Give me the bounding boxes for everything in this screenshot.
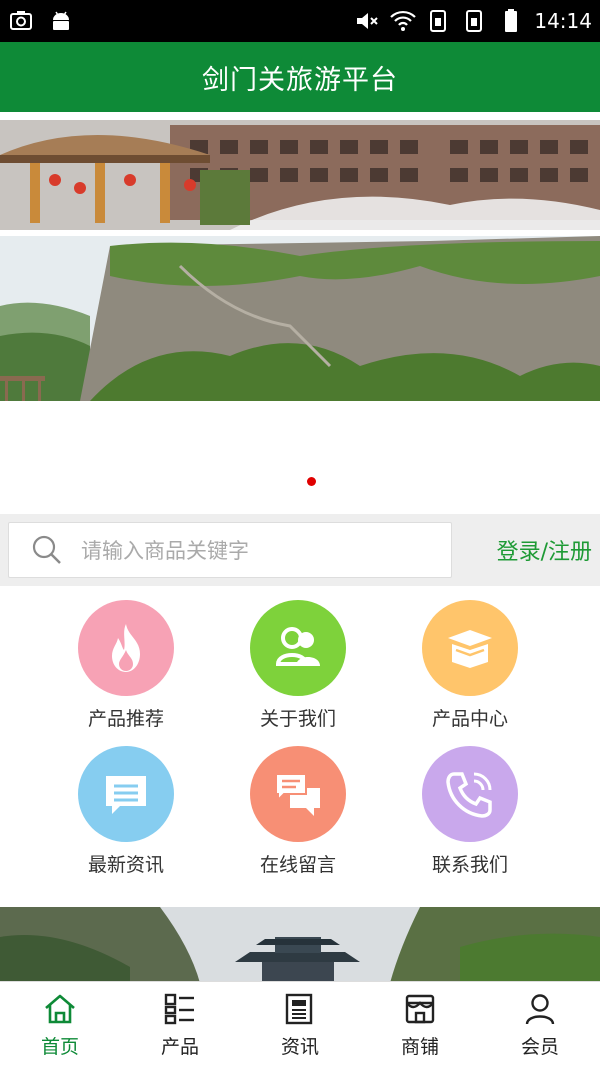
menu-label: 关于我们 — [259, 708, 336, 730]
tab-label: 产品 — [160, 1036, 199, 1058]
menu-label: 最新资讯 — [87, 854, 164, 876]
login-register-link[interactable]: 登录/注册 — [497, 534, 592, 566]
message-icon — [78, 746, 174, 842]
search-input[interactable]: 请输入商品关键字 — [8, 522, 452, 578]
sim-signal-icon — [430, 10, 447, 32]
search-placeholder: 请输入商品关键字 — [81, 539, 249, 563]
status-time: 14:14 — [534, 9, 592, 33]
battery-icon — [505, 9, 518, 32]
tab-label: 资讯 — [280, 1036, 319, 1058]
tab-home[interactable]: 首页 — [0, 982, 120, 1067]
menu-item-product-center[interactable]: 产品中心 — [390, 600, 550, 731]
banner-carousel[interactable] — [0, 112, 600, 514]
menu-grid: 产品推荐 关于我们 产品中心 最新资讯 在线留言 联系我们 — [0, 586, 600, 906]
promo-image-gate[interactable] — [0, 907, 600, 983]
tab-label: 商铺 — [400, 1036, 439, 1058]
banner-image-resort — [0, 120, 600, 230]
tab-label: 首页 — [40, 1036, 79, 1058]
android-icon — [53, 11, 69, 30]
box-icon — [422, 600, 518, 696]
menu-item-contact-us[interactable]: 联系我们 — [390, 746, 550, 877]
users-icon — [250, 600, 346, 696]
banner-image-cliffs — [0, 236, 600, 401]
sim-signal-icon-2 — [466, 10, 483, 32]
bottom-tab-bar: 首页 产品 资讯 商铺 会员 — [0, 981, 600, 1067]
menu-item-product-recommend[interactable]: 产品推荐 — [46, 600, 206, 731]
list-icon — [164, 993, 194, 1025]
menu-item-latest-news[interactable]: 最新资讯 — [46, 746, 206, 877]
phone-icon — [422, 746, 518, 842]
shop-icon — [405, 994, 435, 1024]
tab-products[interactable]: 产品 — [120, 982, 240, 1067]
menu-label: 产品中心 — [431, 708, 508, 730]
mute-icon — [357, 13, 379, 29]
screenshot-icon — [10, 11, 32, 30]
carousel-indicator-dot[interactable] — [307, 477, 316, 486]
menu-label: 联系我们 — [431, 854, 508, 876]
menu-label: 在线留言 — [259, 854, 336, 876]
tab-label: 会员 — [520, 1036, 559, 1058]
chat-icon — [250, 746, 346, 842]
tab-member[interactable]: 会员 — [480, 982, 600, 1067]
search-bar: 请输入商品关键字 登录/注册 — [0, 514, 600, 586]
status-bar: 14:14 — [0, 0, 600, 42]
home-icon — [45, 994, 75, 1024]
tab-shops[interactable]: 商铺 — [360, 982, 480, 1067]
news-icon — [285, 993, 313, 1025]
wifi-icon — [390, 10, 417, 31]
app-header: 剑门关旅游平台 — [0, 42, 600, 112]
menu-label: 产品推荐 — [87, 708, 164, 730]
menu-item-online-message[interactable]: 在线留言 — [218, 746, 378, 877]
menu-item-about-us[interactable]: 关于我们 — [218, 600, 378, 731]
page-title: 剑门关旅游平台 — [202, 64, 398, 96]
search-icon — [32, 535, 61, 564]
tab-news[interactable]: 资讯 — [240, 982, 360, 1067]
fire-icon — [78, 600, 174, 696]
user-icon — [525, 994, 555, 1025]
